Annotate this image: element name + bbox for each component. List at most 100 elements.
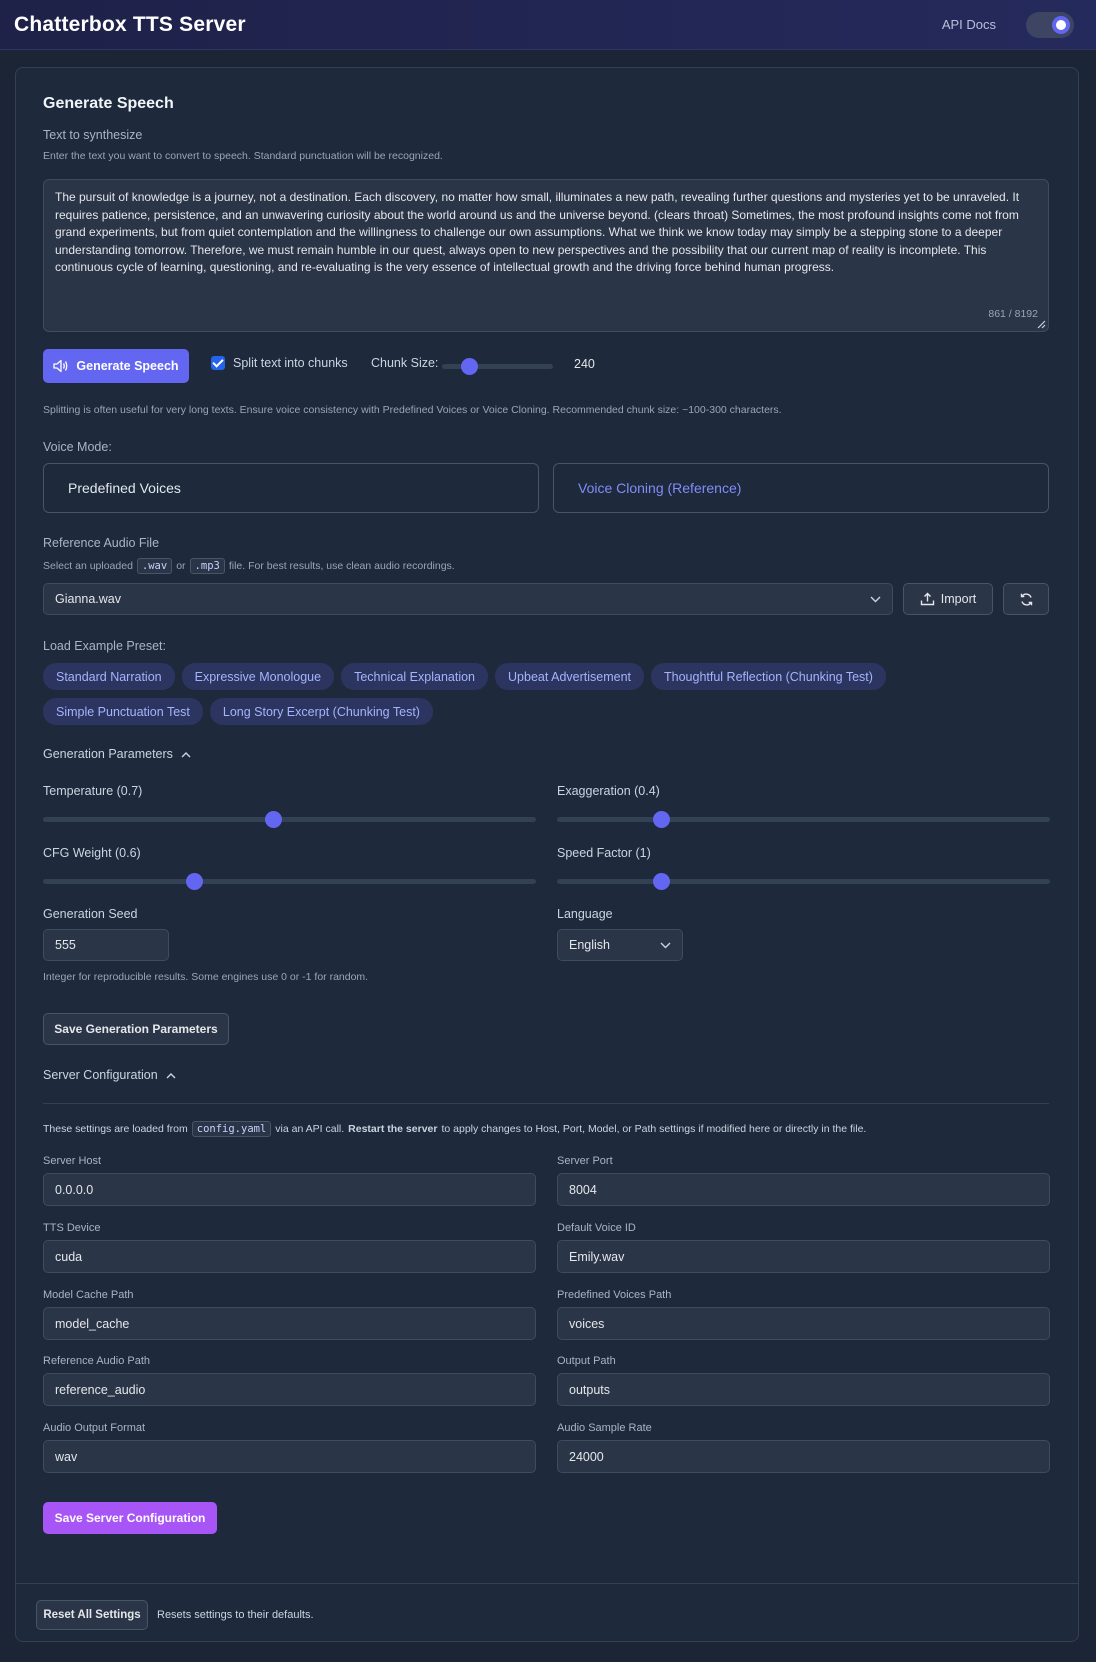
exaggeration-label: Exaggeration (0.4) [557,784,660,798]
text-label: Text to synthesize [43,128,143,142]
char-counter: 861 / 8192 [988,307,1038,320]
server-host-label: Server Host [43,1155,102,1167]
footer-divider [16,1583,1078,1584]
cfg-weight-label: CFG Weight (0.6) [43,846,141,860]
wav-ext: .wav [136,558,173,574]
preset-upbeat-advertisement[interactable]: Upbeat Advertisement [495,663,645,690]
temperature-slider[interactable] [43,811,536,828]
chunk-size-thumb[interactable] [460,358,478,375]
predefined-voices-label: Predefined Voices [68,480,181,496]
chevron-up-icon [181,751,191,757]
speed-factor-label: Speed Factor (1) [557,846,651,860]
audio-format-label: Audio Output Format [43,1422,146,1434]
output-path-input[interactable]: outputs [557,1373,1050,1406]
exaggeration-slider[interactable] [557,811,1050,828]
chunk-help: Splitting is often useful for very long … [43,404,782,416]
chunk-size-value: 240 [574,357,595,371]
temperature-label: Temperature (0.7) [43,784,143,798]
preset-simple-punctuation[interactable]: Simple Punctuation Test [43,698,203,725]
reference-help-prefix: Select an uploaded [43,560,133,572]
generation-params-toggle[interactable]: Generation Parameters [43,747,191,761]
text-input-value: The pursuit of knowledge is a journey, n… [55,190,1020,274]
voice-cloning-option[interactable]: Voice Cloning (Reference) [553,463,1049,513]
exaggeration-thumb[interactable] [652,811,670,828]
chunk-size-label: Chunk Size: [371,356,439,370]
split-chunks-checkbox[interactable] [211,356,225,370]
model-cache-input[interactable]: model_cache [43,1307,536,1340]
save-generation-params-label: Save Generation Parameters [54,1022,218,1036]
reference-help-suffix: file. For best results, use clean audio … [228,560,455,572]
import-button[interactable]: Import [903,583,993,615]
preset-thoughtful-reflection[interactable]: Thoughtful Reflection (Chunking Test) [651,663,886,690]
server-port-input[interactable]: 8004 [557,1173,1050,1206]
seed-input[interactable]: 555 [43,929,169,961]
reset-help: Resets settings to their defaults. [157,1609,314,1621]
text-help: Enter the text you want to convert to sp… [43,150,443,162]
audio-format-input[interactable]: wav [43,1440,536,1473]
server-config-divider [43,1103,1049,1104]
language-value: English [569,938,610,952]
refresh-icon [1020,592,1032,606]
top-bar: Chatterbox TTS Server API Docs [0,0,1096,50]
cfg-weight-slider[interactable] [43,873,536,890]
default-voice-value: Emily.wav [569,1249,625,1264]
selected-audio-file: Gianna.wav [55,592,122,606]
reference-help-or: or [176,560,186,572]
seed-help: Integer for reproducible results. Some e… [43,971,369,983]
preset-long-story[interactable]: Long Story Excerpt (Chunking Test) [209,698,433,725]
preset-expressive-monologue[interactable]: Expressive Monologue [181,663,335,690]
sample-rate-value: 24000 [569,1449,604,1464]
server-host-value: 0.0.0.0 [55,1182,94,1197]
preset-standard-narration[interactable]: Standard Narration [43,663,175,690]
chunk-size-slider[interactable] [442,358,553,375]
api-docs-link[interactable]: API Docs [942,17,996,32]
reset-all-button[interactable]: Reset All Settings [36,1600,148,1630]
seed-value: 555 [55,938,76,952]
server-config-toggle[interactable]: Server Configuration [43,1068,176,1082]
resize-handle-icon[interactable] [1036,319,1046,329]
reference-path-input[interactable]: reference_audio [43,1373,536,1406]
sample-rate-label: Audio Sample Rate [557,1422,652,1434]
tts-device-label: TTS Device [43,1222,101,1234]
generate-heading: Generate Speech [43,95,174,112]
reference-audio-select[interactable]: Gianna.wav [43,583,893,615]
config-help-prefix: These settings are loaded from [43,1123,188,1135]
save-generation-params-button[interactable]: Save Generation Parameters [43,1013,229,1045]
server-config-heading: Server Configuration [43,1068,158,1082]
default-voice-input[interactable]: Emily.wav [557,1240,1050,1273]
generate-speech-button[interactable]: Generate Speech [43,349,189,383]
voice-mode-label: Voice Mode: [43,440,112,454]
refresh-files-button[interactable] [1003,583,1049,615]
preset-list: Standard Narration Expressive Monologue … [43,663,1049,725]
language-select[interactable]: English [557,929,683,961]
server-port-value: 8004 [569,1182,597,1197]
sample-rate-input[interactable]: 24000 [557,1440,1050,1473]
cfg-weight-thumb[interactable] [186,873,204,890]
reference-help: Select an uploaded .wav or .mp3 file. Fo… [43,558,1051,574]
server-host-input[interactable]: 0.0.0.0 [43,1173,536,1206]
theme-toggle[interactable] [1026,11,1074,38]
predefined-voices-option[interactable]: Predefined Voices [43,463,539,513]
chevron-down-icon [870,596,881,602]
server-port-label: Server Port [557,1155,613,1167]
split-chunks-option[interactable]: Split text into chunks [211,356,348,370]
chevron-up-icon [166,1072,176,1078]
voices-path-input[interactable]: voices [557,1307,1050,1340]
tts-device-value: cuda [55,1249,83,1264]
save-server-config-button[interactable]: Save Server Configuration [43,1502,217,1534]
presets-label: Load Example Preset: [43,639,166,653]
text-input[interactable]: The pursuit of knowledge is a journey, n… [43,179,1049,332]
voice-cloning-label: Voice Cloning (Reference) [578,480,742,496]
import-label: Import [940,592,977,606]
speed-factor-thumb[interactable] [652,873,670,890]
model-cache-label: Model Cache Path [43,1289,134,1301]
tts-device-input[interactable]: cuda [43,1240,536,1273]
default-voice-label: Default Voice ID [557,1222,636,1234]
output-path-value: outputs [569,1382,611,1397]
temperature-thumb[interactable] [265,811,283,828]
config-help-suffix: to apply changes to Host, Port, Model, o… [441,1123,867,1135]
save-server-config-label: Save Server Configuration [54,1511,206,1525]
speed-factor-slider[interactable] [557,873,1050,890]
preset-technical-explanation[interactable]: Technical Explanation [341,663,489,690]
voices-path-value: voices [569,1316,605,1331]
